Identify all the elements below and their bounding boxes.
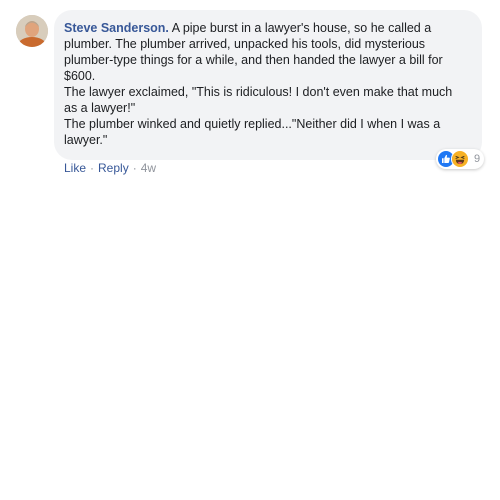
- reply-button[interactable]: Reply: [98, 161, 129, 175]
- author-name[interactable]: Steve Sanderson.: [64, 21, 169, 35]
- comment-bubble: Steve Sanderson. A pipe burst in a lawye…: [54, 10, 482, 160]
- like-button[interactable]: Like: [64, 161, 86, 175]
- comment-text-line-1: A pipe burst in a lawyer's house, so he …: [171, 21, 432, 35]
- reactions-summary[interactable]: 9: [436, 149, 485, 169]
- comment-text-line-8: lawyer.": [64, 133, 108, 147]
- comment-actions: Like · Reply · 4w: [64, 160, 156, 176]
- separator: ·: [90, 161, 95, 175]
- comment-text-line-2: plumber. The plumber arrived, unpacked h…: [64, 37, 426, 51]
- comment-line-1: Steve Sanderson. A pipe burst in a lawye…: [64, 20, 470, 36]
- comment-text-line-5: The lawyer exclaimed, "This is ridiculou…: [64, 85, 453, 99]
- timestamp[interactable]: 4w: [141, 161, 156, 175]
- comment-text-line-6: as a lawyer!": [64, 101, 136, 115]
- reaction-count: 9: [474, 153, 481, 165]
- avatar-photo: [16, 15, 48, 47]
- comment-text-line-4: $600.: [64, 69, 96, 83]
- comment-text-line-7: The plumber winked and quietly replied..…: [64, 117, 441, 131]
- comment-text-line-3: plumber-type things for a while, and the…: [64, 53, 443, 67]
- separator: ·: [132, 161, 137, 175]
- avatar[interactable]: [16, 15, 48, 47]
- haha-icon: [451, 150, 469, 168]
